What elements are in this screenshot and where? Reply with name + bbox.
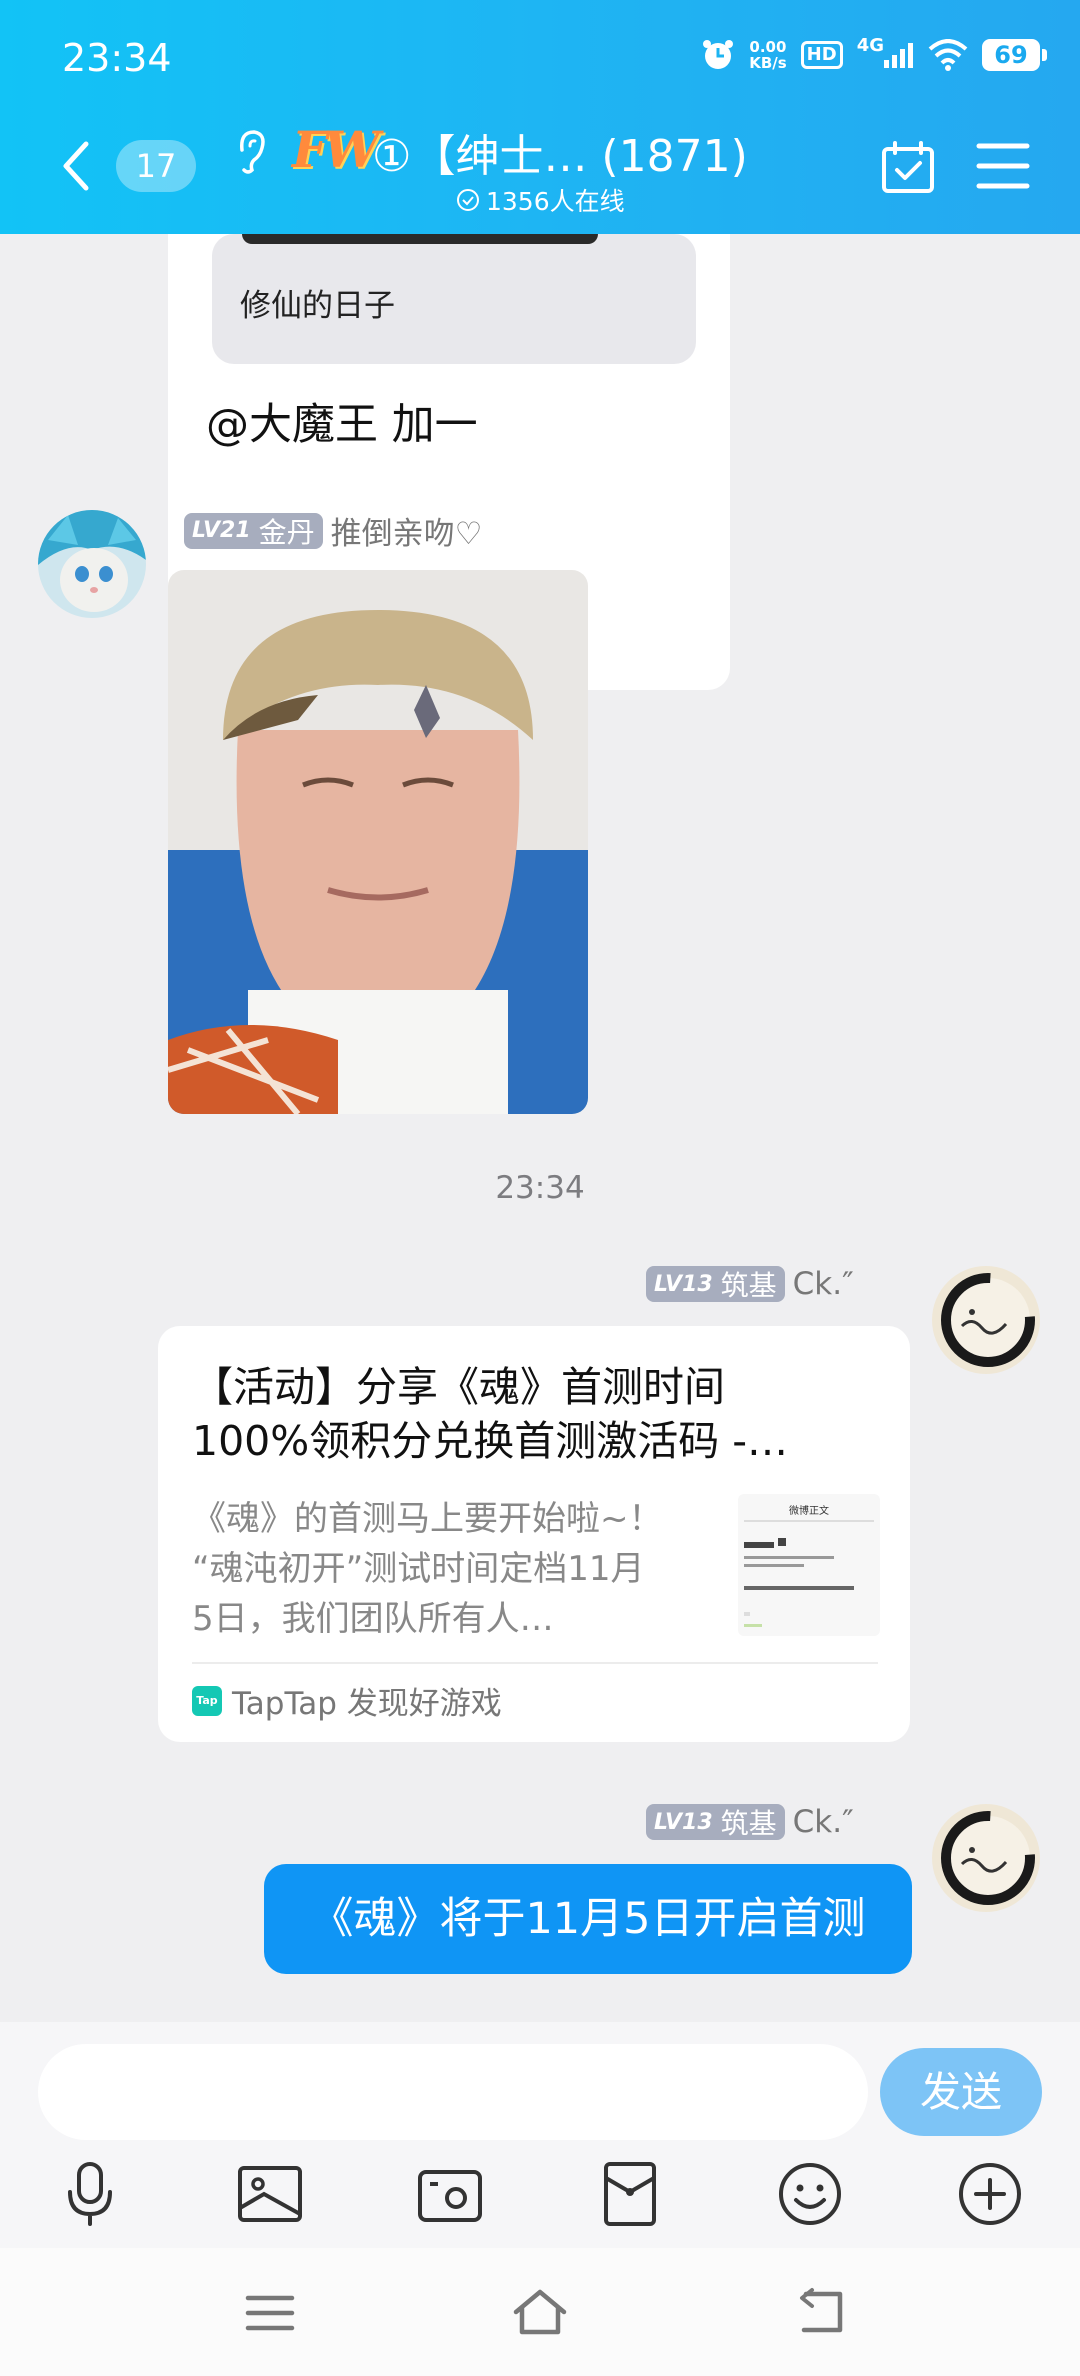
input-toolbar (0, 2158, 1080, 2234)
online-status: 1356人在线 (456, 182, 625, 218)
system-nav-bar (0, 2248, 1080, 2376)
emoji-icon[interactable] (774, 2158, 846, 2230)
group-logo: FW (292, 120, 380, 179)
share-card[interactable]: 【活动】分享《魂》首测时间 100%领积分兑换首测激活码 -… 《魂》的首测马上… (158, 1326, 910, 1742)
level-badge: LV13 筑基 (646, 1804, 785, 1840)
message-input[interactable] (38, 2044, 868, 2140)
sender-name[interactable]: Ck.″ (793, 1266, 854, 1302)
photo-message[interactable] (168, 570, 588, 1114)
home-icon[interactable] (510, 2286, 570, 2340)
timestamp: 23:34 (495, 1170, 585, 1206)
alarm-icon (703, 40, 734, 69)
back-nav-icon[interactable] (792, 2286, 852, 2340)
share-thumbnail: 微博正文 (738, 1494, 880, 1636)
back-button[interactable] (56, 138, 96, 194)
wifi-icon (928, 39, 968, 71)
sender-info: LV21 金丹 推倒亲吻♡ (184, 508, 482, 553)
status-time: 23:34 (62, 36, 172, 80)
avatar[interactable] (932, 1804, 1040, 1912)
plus-icon[interactable] (954, 2158, 1026, 2230)
red-packet-icon[interactable] (594, 2158, 666, 2230)
sender-info: LV13 筑基 Ck.″ (646, 1804, 854, 1840)
status-icons: 0.00 KB/s HD 4G 69 (701, 35, 1047, 72)
avatar[interactable] (38, 510, 146, 618)
calendar-check-icon[interactable] (880, 140, 936, 196)
menu-icon[interactable] (976, 142, 1030, 190)
ear-icon[interactable] (230, 128, 270, 176)
input-area: 发送 (0, 2022, 1080, 2248)
group-title[interactable]: ①【绅士… (1871) (372, 120, 748, 184)
level-badge: LV13 筑基 (646, 1266, 785, 1302)
image-icon[interactable] (234, 2158, 306, 2230)
microphone-icon[interactable] (54, 2158, 126, 2230)
share-source: Tap TapTap 发现好游戏 (192, 1678, 502, 1723)
taptap-icon: Tap (192, 1685, 222, 1716)
divider (192, 1662, 878, 1664)
quote-text: 修仙的日子 (240, 288, 395, 324)
check-circle-icon (457, 189, 479, 211)
sender-info: LV13 筑基 Ck.″ (646, 1266, 854, 1302)
signal-icon: 4G (857, 35, 914, 68)
unread-count-badge[interactable]: 17 (116, 140, 196, 192)
avatar[interactable] (932, 1266, 1040, 1374)
reply-quote[interactable]: 修仙的日子 (212, 234, 696, 364)
chat-header: 23:34 0.00 KB/s HD 4G 69 17 FW ①【绅士… (18… (0, 0, 1080, 234)
share-description: 《魂》的首测马上要开始啦~！ “魂沌初开”测试时间定档11月 5日，我们团队所有… (192, 1499, 663, 1639)
recent-apps-icon[interactable] (240, 2286, 300, 2340)
battery-icon: 69 (982, 39, 1047, 71)
quoted-image (242, 234, 598, 244)
sender-name[interactable]: Ck.″ (793, 1804, 854, 1840)
sender-name[interactable]: 推倒亲吻♡ (331, 508, 483, 553)
level-badge: LV21 金丹 (184, 512, 323, 549)
chat-area[interactable]: 修仙的日子 @大魔王 加一 LV21 金丹 推倒亲吻♡ 23:34 LV13 筑… (0, 234, 1080, 2022)
message-text: @大魔王 加一 (206, 400, 478, 450)
camera-icon[interactable] (414, 2158, 486, 2230)
send-button[interactable]: 发送 (880, 2048, 1042, 2136)
message-bubble[interactable]: 《魂》将于11月5日开启首测 (264, 1864, 912, 1974)
net-speed: 0.00 KB/s (749, 38, 787, 72)
hd-icon: HD (800, 41, 843, 69)
share-title: 【活动】分享《魂》首测时间 100%领积分兑换首测激活码 -… (192, 1363, 789, 1465)
